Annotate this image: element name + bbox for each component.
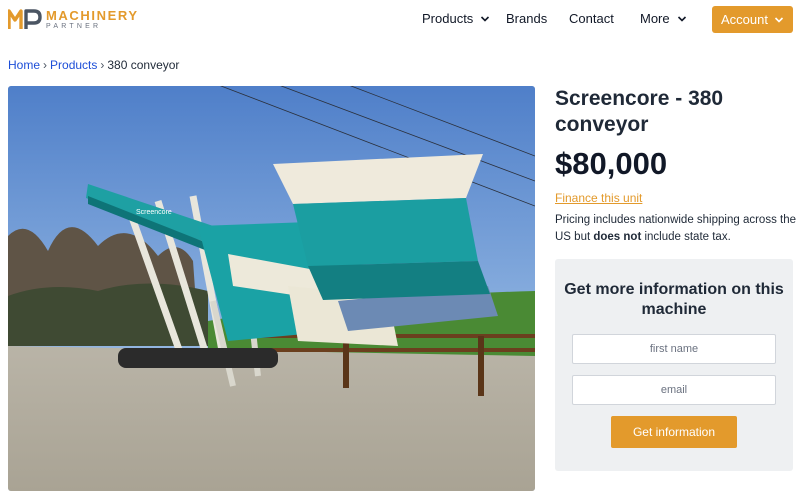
pricing-note-text-end: include state tax.	[641, 231, 731, 243]
product-image[interactable]: Screencore	[8, 86, 535, 491]
pricing-note-emphasis: does not	[593, 231, 642, 243]
nav-brands-label: Brands	[506, 11, 548, 26]
breadcrumb-current: 380 conveyor	[107, 58, 180, 72]
product-photo: Screencore	[8, 86, 535, 491]
machine-label: Screencore	[136, 209, 172, 216]
breadcrumb-separator: ›	[100, 58, 105, 72]
nav-more-label: More	[640, 11, 670, 26]
email-field[interactable]	[572, 375, 776, 405]
first-name-field[interactable]	[572, 334, 776, 364]
site-logo[interactable]: MACHINERY PARTNER	[8, 7, 139, 31]
nav-contact-label: Contact	[569, 11, 614, 26]
logo-name: MACHINERY	[46, 7, 139, 23]
breadcrumb-separator: ›	[43, 58, 48, 72]
nav-products-label: Products	[422, 11, 474, 26]
chevron-down-icon	[774, 16, 784, 23]
nav-brands[interactable]: Brands	[506, 11, 547, 26]
breadcrumb-home[interactable]: Home	[8, 58, 40, 72]
product-title: Screencore - 380 conveyor	[555, 87, 724, 136]
nav-contact[interactable]: Contact	[569, 11, 614, 26]
get-information-button[interactable]: Get information	[611, 416, 737, 448]
logo-tagline: PARTNER	[46, 22, 102, 30]
site-header: MACHINERY PARTNER Products Brands Contac…	[0, 0, 800, 38]
breadcrumb-products[interactable]: Products	[50, 58, 97, 72]
nav-more[interactable]: More	[640, 11, 687, 26]
account-button-label: Account	[721, 12, 768, 27]
chevron-down-icon	[481, 15, 490, 22]
account-button[interactable]: Account	[712, 6, 793, 33]
logo-mark-icon	[8, 9, 42, 29]
product-price: $80,000	[555, 146, 668, 181]
pricing-note: Pricing includes nationwide shipping acr…	[555, 212, 797, 246]
info-heading: Get more information on this machine	[564, 281, 784, 318]
finance-link[interactable]: Finance this unit	[555, 191, 642, 205]
breadcrumb: Home › Products › 380 conveyor	[8, 58, 179, 72]
nav-products[interactable]: Products	[422, 11, 490, 26]
info-request-panel: Get more information on this machine Get…	[555, 259, 793, 471]
chevron-down-icon	[677, 15, 686, 22]
